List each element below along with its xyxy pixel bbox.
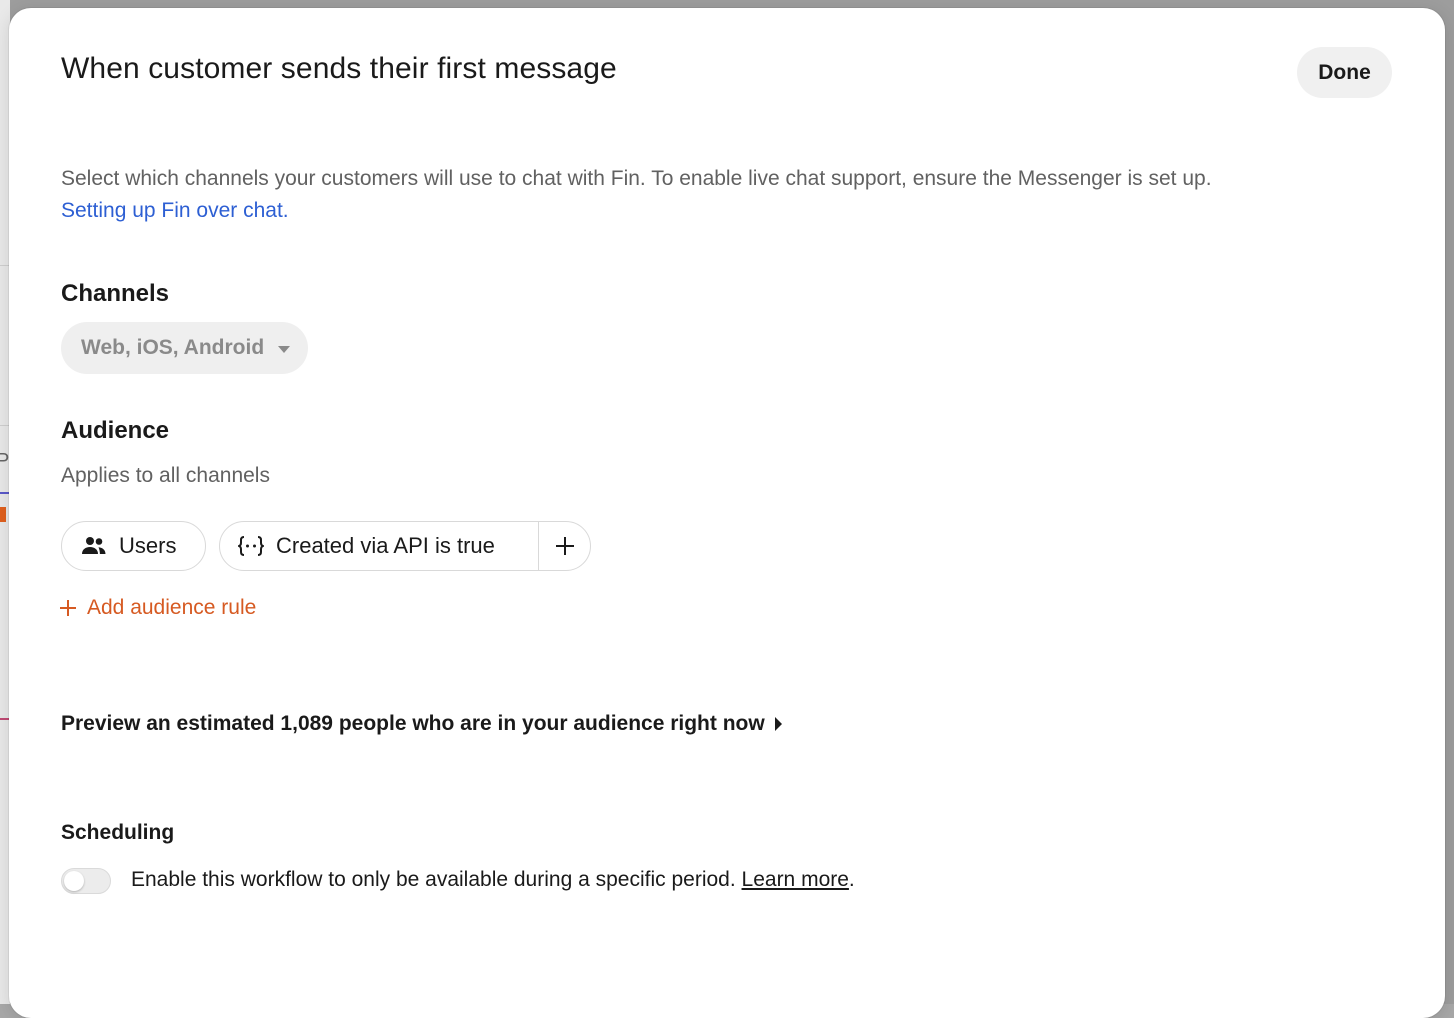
background-accent [0,507,6,522]
channels-dropdown[interactable]: Web, iOS, Android [61,322,309,374]
plus-icon [60,600,76,616]
chevron-down-icon [278,345,291,353]
audience-rule-pill[interactable]: Created via API is true [219,521,591,571]
setup-fin-chat-link[interactable]: Setting up Fin over chat. [61,199,289,222]
attribute-braces-icon [238,535,264,557]
audience-subtext: Applies to all channels [61,464,270,487]
add-audience-rule-button[interactable]: Add audience rule [59,596,256,620]
trigger-settings-modal: When customer sends their first message … [9,8,1445,1018]
learn-more-link[interactable]: Learn more [742,868,849,891]
description-text: Select which channels your customers wil… [61,167,1212,190]
background-text: P [0,450,10,472]
caret-right-icon [774,717,782,731]
users-icon [81,536,107,556]
rule-pill-label: Created via API is true [276,533,495,558]
audience-preview-toggle[interactable]: Preview an estimated 1,089 people who ar… [61,712,782,736]
audience-preview-label: Preview an estimated 1,089 people who ar… [61,712,765,735]
audience-users-pill[interactable]: Users [61,521,206,571]
scheduling-description: Enable this workflow to only be availabl… [131,868,855,892]
done-button[interactable]: Done [1297,47,1392,98]
scheduling-trailing: . [848,868,855,891]
channels-description: Select which channels your customers wil… [61,163,1401,227]
scheduling-toggle[interactable] [61,868,111,894]
users-pill-label: Users [119,533,177,558]
scheduling-text: Enable this workflow to only be availabl… [131,868,736,891]
channels-heading: Channels [61,280,170,307]
channels-selected-value: Web, iOS, Android [81,336,265,359]
toggle-knob [64,871,84,891]
add-rule-plus-button[interactable] [539,522,591,570]
scheduling-heading: Scheduling [61,821,175,844]
modal-title: When customer sends their first message [61,52,617,85]
audience-heading: Audience [61,417,170,444]
plus-icon [556,537,574,555]
add-audience-rule-label: Add audience rule [87,596,257,619]
